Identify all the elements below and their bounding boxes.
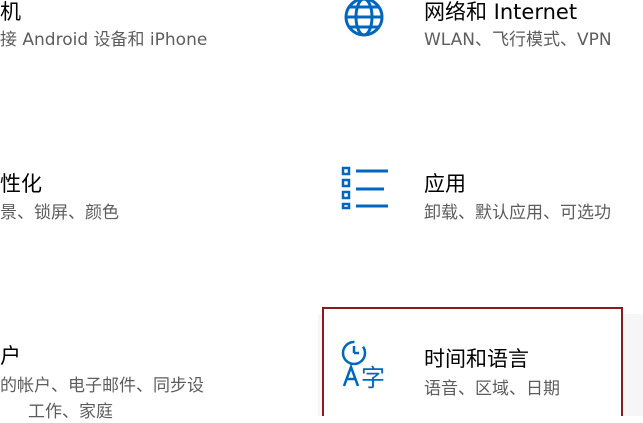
settings-tile-apps[interactable]: 应用 卸载、默认应用、可选功 — [330, 166, 643, 230]
globe-icon — [344, 0, 384, 37]
tile-description: 卸载、默认应用、可选功 — [424, 203, 611, 223]
settings-tile-network[interactable]: 网络和 Internet WLAN、飞行模式、VPN — [330, 0, 643, 60]
tile-description: 景、锁屏、颜色 — [0, 203, 119, 223]
tile-description: 的帐户、电子邮件、同步设 — [0, 376, 204, 396]
tile-description: 接 Android 设备和 iPhone — [0, 30, 208, 50]
settings-tile-accounts[interactable]: 户 的帐户、电子邮件、同步设 工作、家庭 — [0, 342, 300, 422]
settings-tile-personalization[interactable]: 性化 景、锁屏、颜色 — [0, 170, 300, 230]
time-language-icon: 字 — [341, 340, 385, 390]
tile-description-line2: 工作、家庭 — [28, 402, 113, 422]
tile-description: 语音、区域、日期 — [424, 379, 560, 399]
tile-title: 时间和语言 — [424, 347, 529, 371]
tile-title: 机 — [0, 0, 21, 24]
tile-title: 户 — [0, 344, 21, 368]
svg-text:字: 字 — [361, 364, 385, 390]
tile-description: WLAN、飞行模式、VPN — [424, 30, 612, 50]
settings-tile-phone[interactable]: 机 接 Android 设备和 iPhone — [0, 0, 300, 60]
tile-title: 应用 — [424, 172, 466, 196]
apps-list-icon — [341, 166, 388, 210]
tile-title: 网络和 Internet — [424, 0, 578, 24]
tile-title: 性化 — [0, 172, 42, 196]
settings-tile-time-language[interactable]: 字 时间和语言 语音、区域、日期 — [322, 307, 623, 416]
